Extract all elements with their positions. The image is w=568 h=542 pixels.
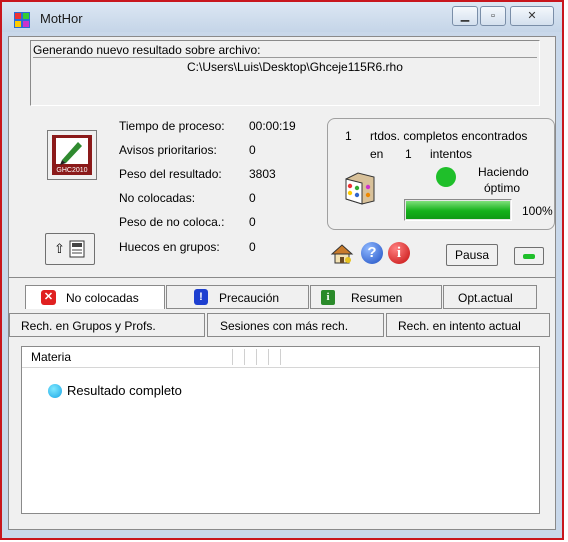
maximize-button[interactable]: ▫: [480, 6, 506, 26]
run-indicator-button[interactable]: [514, 247, 544, 265]
progress-bar: [404, 199, 512, 221]
attempts-count: 1: [405, 147, 412, 161]
column-divider: [280, 349, 281, 365]
logo-text: GHC2010: [56, 167, 87, 174]
column-header-materia[interactable]: Materia: [31, 350, 71, 364]
smiley-icon: [48, 384, 62, 398]
status-indicator: [436, 167, 456, 187]
tab-label: Rech. en intento actual: [398, 319, 521, 333]
info-icon[interactable]: i: [388, 242, 410, 264]
tab-label: Sesiones con más rech.: [220, 319, 349, 333]
en-text: en: [370, 147, 384, 161]
list-item-label: Resultado completo: [67, 383, 182, 398]
stat-label-time: Tiempo de proceso:: [119, 119, 225, 133]
tab-precaucion[interactable]: ! Precaución: [166, 285, 309, 309]
stat-value-gaps: 0: [249, 240, 256, 254]
error-icon: ✕: [41, 290, 56, 305]
stat-value-weight: 3803: [249, 167, 276, 181]
tab-rech-intento-actual[interactable]: Rech. en intento actual: [386, 313, 550, 337]
column-divider: [256, 349, 257, 365]
tab-rech-grupos-profs[interactable]: Rech. en Grupos y Profs.: [9, 313, 205, 337]
status-line2: óptimo: [484, 181, 521, 195]
up-arrow-icon: ⇧: [54, 241, 65, 256]
document-icon: [69, 240, 85, 258]
file-info-box: Generando nuevo resultado sobre archivo:…: [30, 40, 540, 106]
stat-label-warnings: Avisos prioritarios:: [119, 143, 217, 157]
home-icon[interactable]: [330, 243, 354, 265]
stat-label-weight: Peso del resultado:: [119, 167, 222, 181]
progress-label: 100%: [522, 204, 553, 218]
file-info-label: Generando nuevo resultado sobre archivo:: [33, 43, 261, 57]
list-header: Materia: [22, 347, 539, 368]
tab-sesiones-mas-rech[interactable]: Sesiones con más rech.: [207, 313, 384, 337]
info-tab-icon: i: [321, 290, 335, 305]
tab-label: Precaución: [219, 291, 280, 305]
tab-label: Resumen: [351, 291, 403, 305]
complete-text: rtdos. completos encontrados: [370, 129, 528, 143]
close-button[interactable]: ✕: [510, 6, 554, 26]
result-list[interactable]: Materia Resultado completo: [21, 346, 540, 514]
status-line1: Haciendo: [478, 165, 529, 179]
tab-label: Rech. en Grupos y Profs.: [21, 319, 156, 333]
close-icon: ✕: [527, 10, 537, 22]
window-title: MotHor: [40, 11, 83, 26]
export-button[interactable]: ⇧: [45, 233, 95, 265]
column-divider: [232, 349, 233, 365]
stat-label-unplaced-weight: Peso de no coloca.:: [119, 215, 225, 229]
stat-label-unplaced: No colocadas:: [119, 191, 196, 205]
section-divider: [9, 277, 555, 278]
help-icon[interactable]: ?: [361, 242, 383, 264]
minimize-button[interactable]: ▁: [452, 6, 478, 26]
pause-button[interactable]: Pausa: [446, 244, 498, 266]
file-path: C:\Users\Luis\Desktop\Ghceje115R6.rho: [187, 60, 403, 74]
stat-value-unplaced: 0: [249, 191, 256, 205]
result-box: 1 rtdos. completos encontrados en 1 inte…: [327, 118, 555, 230]
column-divider: [268, 349, 269, 365]
stat-value-time: 00:00:19: [249, 119, 296, 133]
file-info-divider: [33, 57, 537, 58]
complete-count: 1: [345, 129, 352, 143]
tab-label: No colocadas: [66, 291, 139, 305]
progress-fill: [406, 201, 510, 219]
dice-icon: [345, 172, 375, 205]
stat-value-unplaced-weight: 0: [249, 215, 256, 229]
tab-opt-actual[interactable]: Opt.actual: [443, 285, 537, 309]
app-icon: [14, 12, 30, 28]
tab-label: Opt.actual: [458, 291, 513, 305]
stat-label-gaps: Huecos en grupos:: [119, 240, 220, 254]
minimize-icon: ▁: [460, 10, 470, 22]
column-divider: [244, 349, 245, 365]
ghc-logo-icon: GHC2010: [52, 135, 92, 175]
attempts-text: intentos: [430, 147, 473, 161]
stat-value-warnings: 0: [249, 143, 256, 157]
tab-no-colocadas[interactable]: ✕ No colocadas: [25, 285, 165, 309]
run-indicator-led: [523, 254, 535, 259]
warning-icon: !: [194, 289, 208, 305]
maximize-icon: ▫: [491, 10, 495, 22]
logo-button[interactable]: GHC2010: [47, 130, 97, 180]
tab-resumen[interactable]: i Resumen: [310, 285, 442, 309]
title-bar[interactable]: MotHor ▁ ▫ ✕: [2, 2, 562, 32]
